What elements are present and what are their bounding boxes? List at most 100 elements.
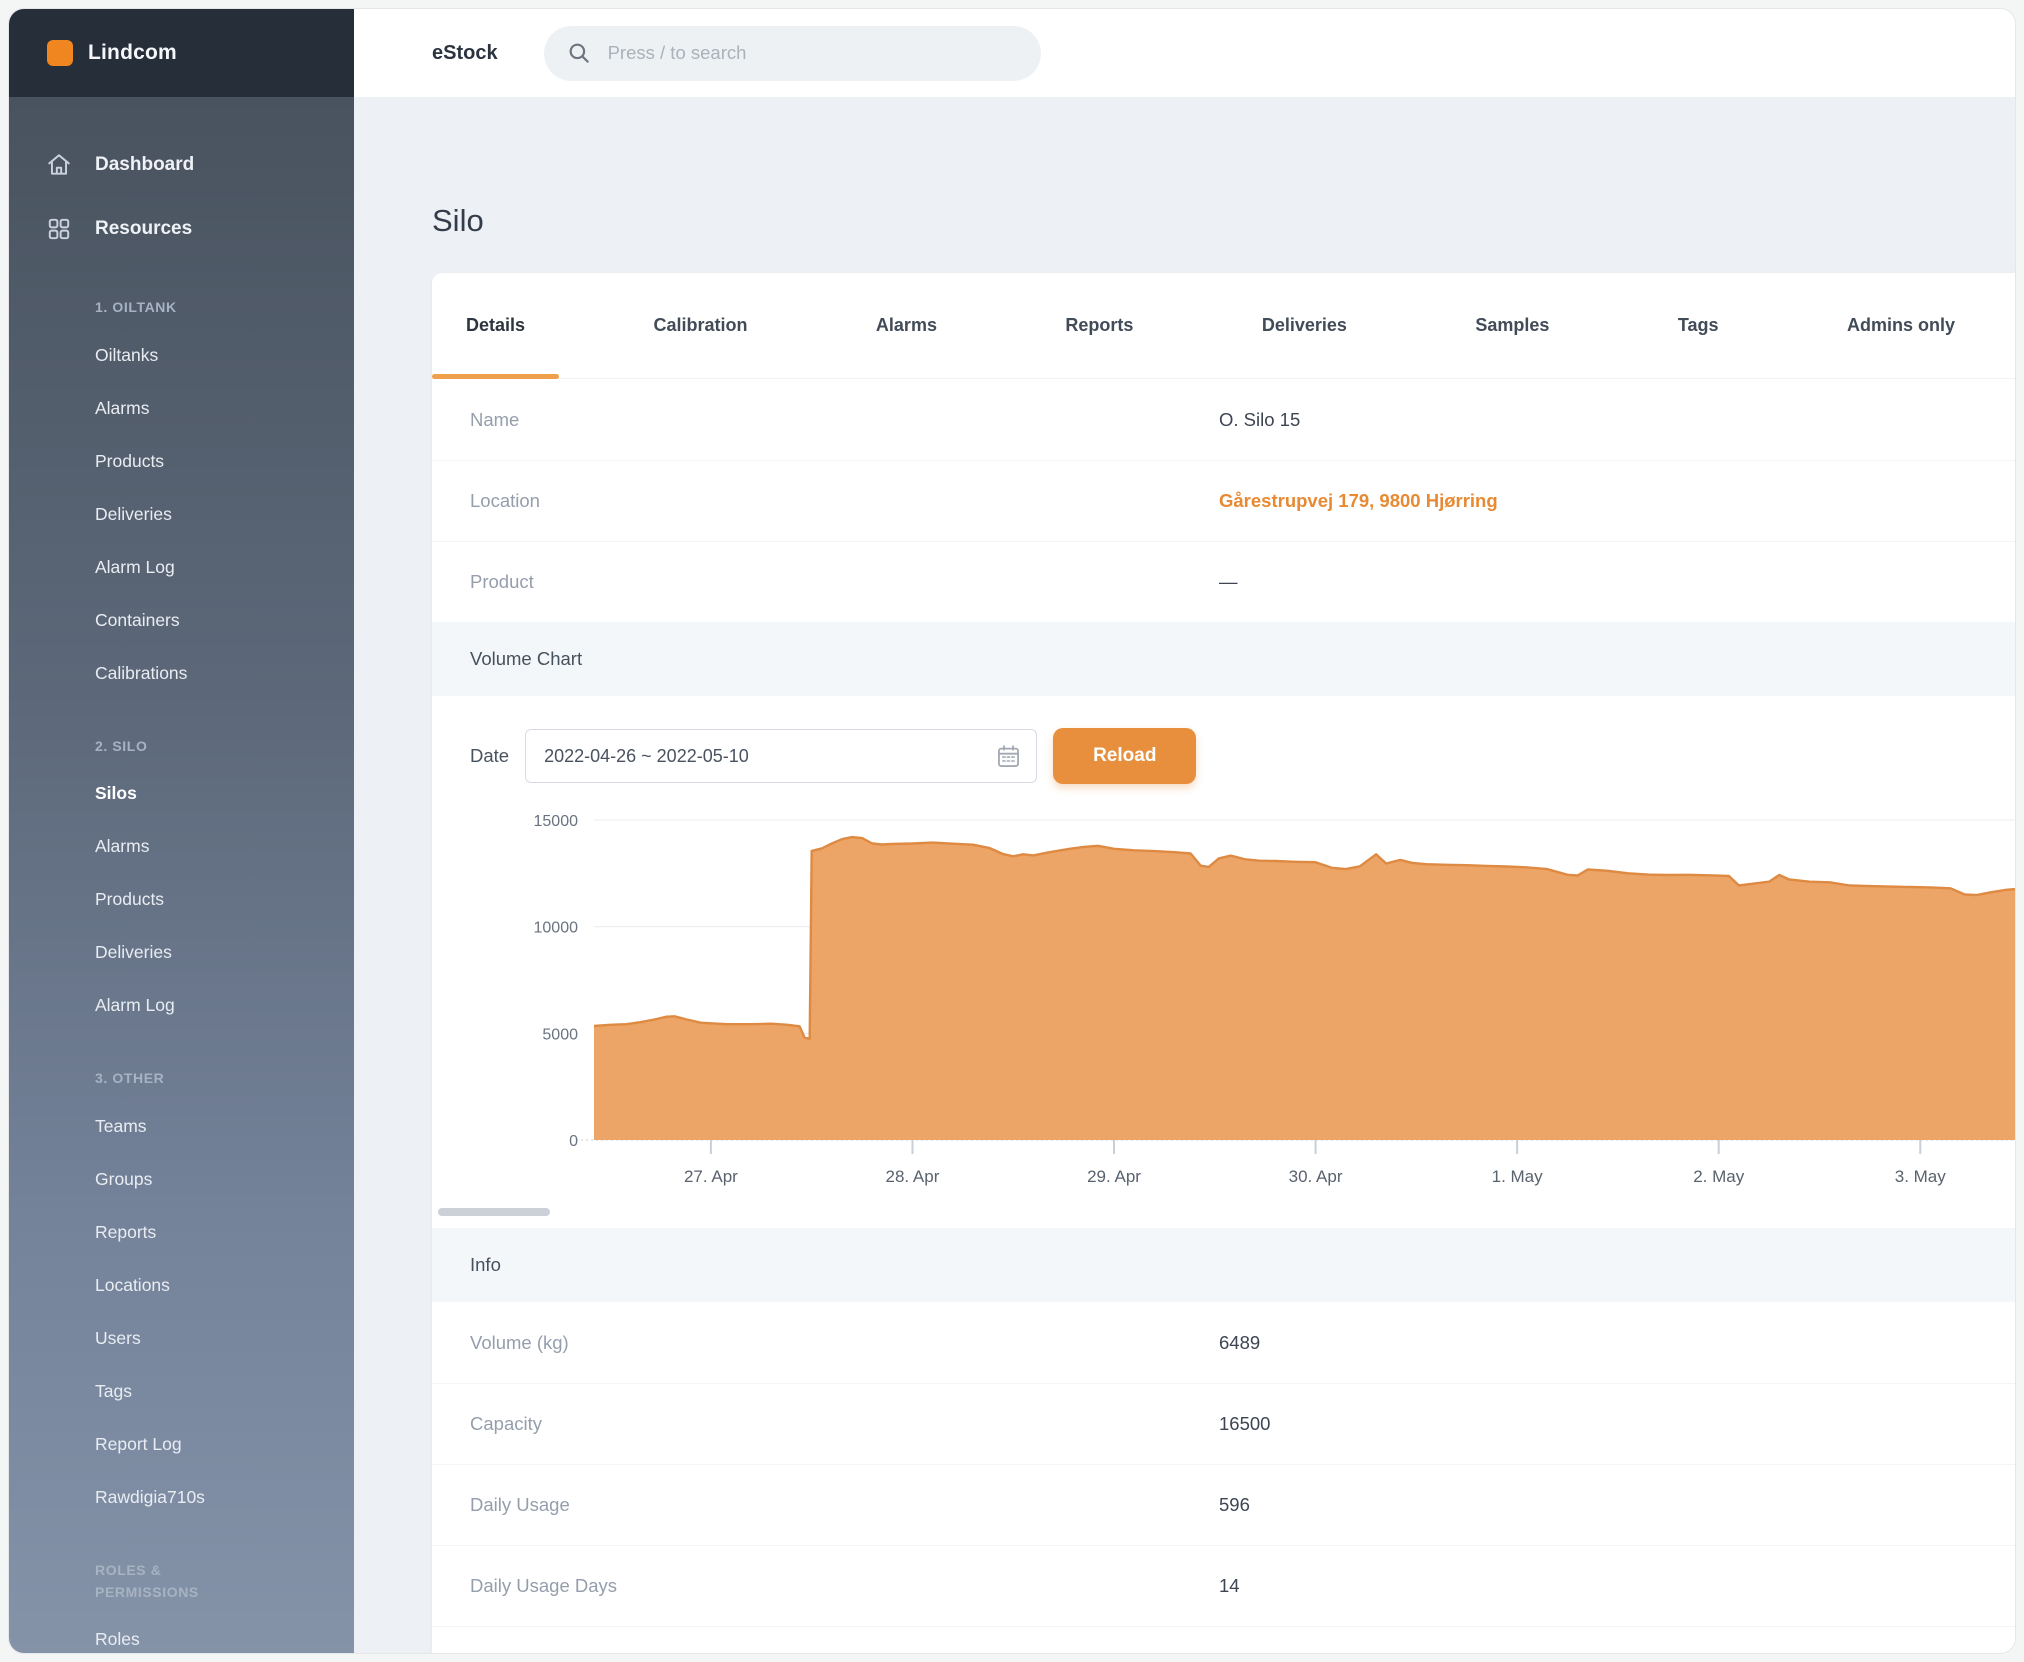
tab-tags[interactable]: Tags bbox=[1644, 273, 1753, 378]
sidebar-brand[interactable]: Lindcom bbox=[9, 9, 354, 97]
sidebar-section-title: 2. SILO bbox=[9, 736, 225, 758]
field-label: Name bbox=[432, 409, 1219, 431]
main-area: eStock Silo Details Calibration Alarms Repo… bbox=[354, 9, 2015, 1653]
date-range-picker[interactable] bbox=[525, 729, 1037, 783]
sidebar-item-locations[interactable]: Locations bbox=[9, 1259, 354, 1312]
detail-rows: NameO. Silo 15LocationGårestrupvej 179, … bbox=[432, 379, 2015, 622]
date-label: Date bbox=[470, 745, 509, 767]
info-row: Volume (kg)6489 bbox=[432, 1302, 2015, 1383]
home-icon bbox=[45, 151, 73, 179]
field-value: — bbox=[1219, 571, 1238, 593]
field-label: Capacity bbox=[432, 1413, 1219, 1435]
tab-deliveries[interactable]: Deliveries bbox=[1228, 273, 1381, 378]
sidebar-item-alarm-log[interactable]: Alarm Log bbox=[9, 541, 354, 594]
search-input[interactable] bbox=[608, 42, 988, 64]
svg-text:5000: 5000 bbox=[542, 1026, 578, 1043]
svg-text:1. May: 1. May bbox=[1492, 1167, 1544, 1186]
sidebar-item-deliveries[interactable]: Deliveries bbox=[9, 488, 354, 541]
tab-samples[interactable]: Samples bbox=[1441, 273, 1583, 378]
sidebar-sections: 1. OILTANKOiltanksAlarmsProductsDeliveri… bbox=[9, 297, 354, 1653]
reload-button[interactable]: Reload bbox=[1053, 728, 1196, 784]
sidebar-item-rawdigia710s[interactable]: Rawdigia710s bbox=[9, 1471, 354, 1524]
field-value: 6489 bbox=[1219, 1332, 1260, 1354]
info-rows: Volume (kg)6489Capacity16500Daily Usage5… bbox=[432, 1302, 2015, 1653]
tab-calibration[interactable]: Calibration bbox=[619, 273, 781, 378]
sidebar-section-title: ROLES & PERMISSIONS bbox=[9, 1560, 199, 1603]
date-range-input[interactable] bbox=[530, 746, 930, 767]
info-row: Daily Usage Days14 bbox=[432, 1545, 2015, 1626]
info-row: Empty21/05/22 bbox=[432, 1626, 2015, 1653]
field-value: O. Silo 15 bbox=[1219, 409, 1300, 431]
tab-alarms[interactable]: Alarms bbox=[842, 273, 971, 378]
volume-area-chart[interactable]: 05000100001500027. Apr28. Apr29. Apr30. … bbox=[470, 806, 2015, 1204]
sidebar-item-silos[interactable]: Silos bbox=[9, 767, 354, 820]
detail-row: NameO. Silo 15 bbox=[432, 379, 2015, 460]
section-title: Volume Chart bbox=[470, 648, 582, 670]
tab-bar: Details Calibration Alarms Reports Deliverie… bbox=[432, 273, 2015, 379]
sidebar-item-tags[interactable]: Tags bbox=[9, 1365, 354, 1418]
sidebar-item-deliveries[interactable]: Deliveries bbox=[9, 926, 354, 979]
topbar: eStock bbox=[354, 9, 2015, 97]
sidebar-nav: Dashboard Resources 1. OILTANKOiltanksAl… bbox=[9, 97, 354, 1653]
sidebar-item-label: Dashboard bbox=[95, 154, 194, 176]
field-label: Daily Usage Days bbox=[432, 1575, 1219, 1597]
field-value: 16500 bbox=[1219, 1413, 1270, 1435]
search-box[interactable] bbox=[544, 26, 1041, 81]
svg-text:27. Apr: 27. Apr bbox=[684, 1167, 738, 1186]
field-value: 596 bbox=[1219, 1494, 1250, 1516]
sidebar-item-containers[interactable]: Containers bbox=[9, 594, 354, 647]
section-info: Info bbox=[432, 1228, 2015, 1302]
svg-text:15000: 15000 bbox=[534, 813, 579, 830]
section-title: Info bbox=[470, 1254, 501, 1276]
field-label: Daily Usage bbox=[432, 1494, 1219, 1516]
sidebar-item-calibrations[interactable]: Calibrations bbox=[9, 647, 354, 700]
svg-text:0: 0 bbox=[569, 1133, 578, 1150]
silo-card: Details Calibration Alarms Reports Deliverie… bbox=[432, 273, 2015, 1653]
svg-text:10000: 10000 bbox=[534, 920, 579, 937]
app-name: eStock bbox=[432, 42, 498, 65]
svg-text:2. May: 2. May bbox=[1693, 1167, 1745, 1186]
sidebar-item-alarms[interactable]: Alarms bbox=[9, 820, 354, 873]
detail-row: Product— bbox=[432, 541, 2015, 622]
sidebar-item-alarms[interactable]: Alarms bbox=[9, 382, 354, 435]
brand-logo-icon bbox=[47, 40, 73, 66]
sidebar-item-report-log[interactable]: Report Log bbox=[9, 1418, 354, 1471]
sidebar-item-oiltanks[interactable]: Oiltanks bbox=[9, 329, 354, 382]
sidebar-item-users[interactable]: Users bbox=[9, 1312, 354, 1365]
svg-text:29. Apr: 29. Apr bbox=[1087, 1167, 1141, 1186]
sidebar-section-title: 3. OTHER bbox=[9, 1068, 225, 1090]
grid-icon bbox=[45, 215, 73, 243]
tab-admins-only[interactable]: Admins only bbox=[1813, 273, 1989, 378]
brand-name: Lindcom bbox=[88, 41, 177, 65]
section-volume-chart: Volume Chart bbox=[432, 622, 2015, 696]
field-label: Product bbox=[432, 571, 1219, 593]
info-row: Capacity16500 bbox=[432, 1383, 2015, 1464]
sidebar-item-label: Resources bbox=[95, 218, 192, 240]
sidebar-item-products[interactable]: Products bbox=[9, 435, 354, 488]
sidebar-item-alarm-log[interactable]: Alarm Log bbox=[9, 979, 354, 1032]
date-row: Date Reload bbox=[470, 728, 2015, 784]
sidebar-item-groups[interactable]: Groups bbox=[9, 1153, 354, 1206]
chart-block: Date Reload bbox=[432, 696, 2015, 1228]
detail-row: LocationGårestrupvej 179, 9800 Hjørring bbox=[432, 460, 2015, 541]
sidebar-section-title: 1. OILTANK bbox=[9, 297, 225, 319]
sidebar-item-resources[interactable]: Resources bbox=[9, 197, 354, 261]
tab-details[interactable]: Details bbox=[432, 273, 559, 378]
sidebar-item-products[interactable]: Products bbox=[9, 873, 354, 926]
field-label: Volume (kg) bbox=[432, 1332, 1219, 1354]
sidebar-item-teams[interactable]: Teams bbox=[9, 1100, 354, 1153]
svg-text:3. May: 3. May bbox=[1895, 1167, 1947, 1186]
search-icon bbox=[566, 40, 592, 66]
tab-reports[interactable]: Reports bbox=[1031, 273, 1167, 378]
sidebar-item-dashboard[interactable]: Dashboard bbox=[9, 133, 354, 197]
sidebar-item-roles[interactable]: Roles bbox=[9, 1613, 354, 1653]
sidebar-item-reports[interactable]: Reports bbox=[9, 1206, 354, 1259]
page-title: Silo bbox=[432, 203, 2015, 239]
calendar-icon[interactable] bbox=[995, 743, 1022, 770]
svg-text:30. Apr: 30. Apr bbox=[1289, 1167, 1343, 1186]
chart-horizontal-scrollbar[interactable] bbox=[438, 1208, 550, 1216]
page-content: Silo Details Calibration Alarms Reports Deli… bbox=[354, 97, 2015, 1653]
field-label: Location bbox=[432, 490, 1219, 512]
location-link[interactable]: Gårestrupvej 179, 9800 Hjørring bbox=[1219, 490, 1498, 512]
info-row: Daily Usage596 bbox=[432, 1464, 2015, 1545]
